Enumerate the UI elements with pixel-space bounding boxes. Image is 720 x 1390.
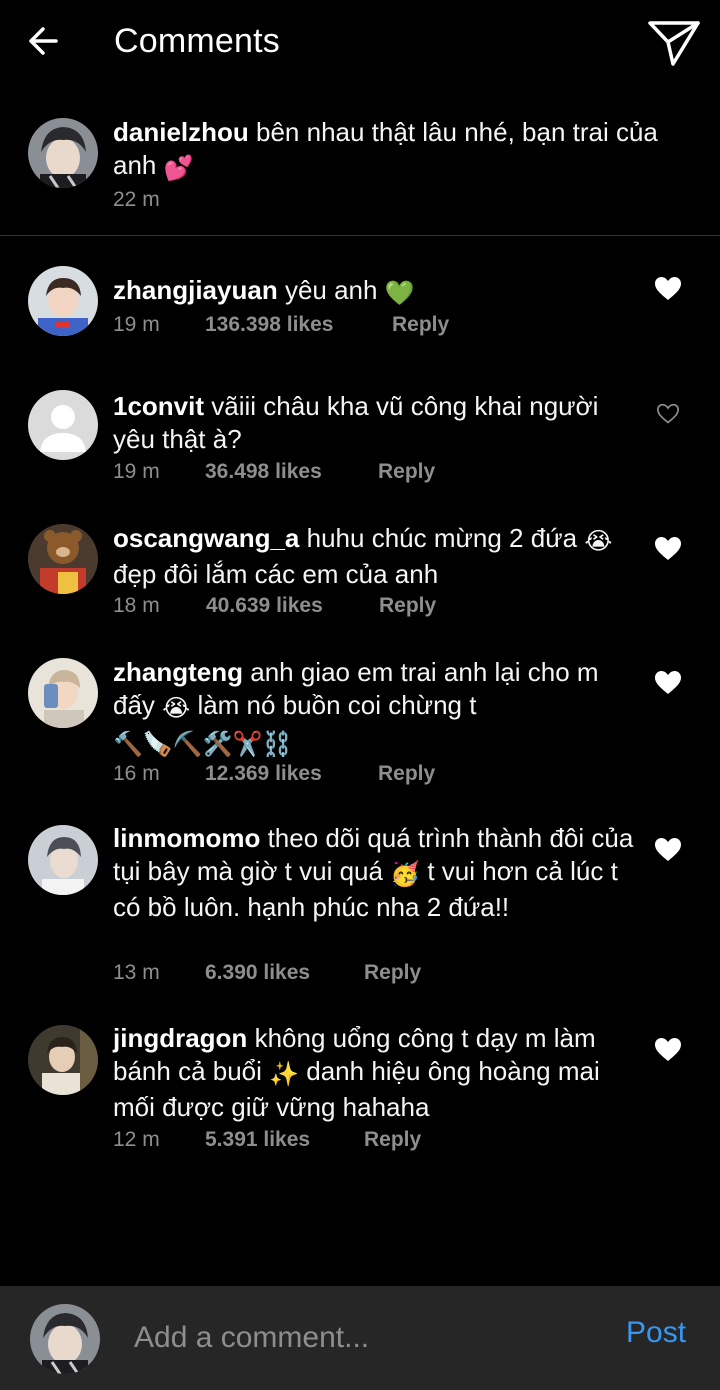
post-caption: danielzhou bên nhau thật lâu nhé, bạn tr… — [0, 100, 720, 236]
comment-time: 12 m — [113, 1128, 160, 1151]
heart-filled-icon — [655, 277, 681, 300]
comment-likes[interactable]: 40.639 likes — [206, 593, 323, 619]
avatar[interactable] — [28, 825, 98, 895]
header: Comments — [0, 0, 720, 86]
comment-username[interactable]: zhangjiayuan — [113, 275, 278, 305]
comment-meta: 16 m 12.369 likes Reply — [113, 761, 493, 787]
heart-filled-icon — [655, 537, 681, 560]
comment-likes[interactable]: 6.390 likes — [205, 960, 310, 986]
back-button[interactable] — [22, 20, 66, 64]
reply-button[interactable]: Reply — [364, 1127, 421, 1153]
caption-emoji: 💕 — [163, 154, 194, 182]
comment-emoji: ✨ — [269, 1060, 300, 1088]
comment-username[interactable]: oscangwang_a — [113, 523, 299, 553]
page-title: Comments — [114, 22, 280, 60]
avatar[interactable] — [28, 118, 98, 188]
comment-item: 1convit vãiii châu kha vũ công khai ngườ… — [0, 390, 720, 490]
caption-username[interactable]: danielzhou — [113, 117, 249, 147]
comment-username[interactable]: zhangteng — [113, 657, 243, 687]
reply-button[interactable]: Reply — [392, 312, 449, 338]
comment-emoji: 💚 — [384, 279, 415, 307]
comment-time: 19 m — [113, 313, 160, 336]
share-button[interactable] — [646, 16, 702, 70]
comment-item: linmomomo theo dõi quá trình thành đôi c… — [0, 822, 720, 988]
like-button[interactable] — [654, 536, 682, 562]
reply-button[interactable]: Reply — [379, 593, 436, 619]
comment-emoji: 😭 — [584, 527, 613, 555]
comment-item: jingdragon không uổng công t dạy m làm b… — [0, 1022, 720, 1158]
current-user-avatar — [30, 1304, 100, 1374]
comment-likes[interactable]: 36.498 likes — [205, 459, 322, 485]
tools-emoji: 🔨🪚⛏️🛠️✂️⛓️ — [113, 730, 293, 758]
reply-button[interactable]: Reply — [364, 960, 421, 986]
post-button[interactable]: Post — [626, 1316, 686, 1350]
comment-item: zhangteng anh giao em trai anh lại cho m… — [0, 656, 720, 786]
like-button[interactable] — [654, 837, 682, 863]
comment-composer: Post — [0, 1286, 720, 1390]
comment-input[interactable] — [134, 1316, 604, 1360]
comment-likes[interactable]: 136.398 likes — [205, 312, 333, 338]
like-button[interactable] — [656, 403, 684, 429]
comment-time: 13 m — [113, 961, 160, 984]
like-button[interactable] — [654, 276, 682, 302]
heart-filled-icon — [655, 1038, 681, 1061]
like-button[interactable] — [654, 1037, 682, 1063]
comment-username[interactable]: linmomomo — [113, 823, 260, 853]
comment-time: 19 m — [113, 460, 160, 483]
comment-text: yêu anh — [284, 275, 378, 305]
avatar[interactable] — [28, 524, 98, 594]
comment-text-continued: đẹp đôi lắm các em của anh — [113, 559, 439, 589]
comment-likes[interactable]: 12.369 likes — [205, 761, 322, 787]
comment-time: 18 m — [113, 594, 160, 617]
heart-outline-icon — [656, 403, 680, 424]
comment-emoji: 😭 — [162, 694, 191, 722]
caption-text: danielzhou bên nhau thật lâu nhé, bạn tr… — [113, 116, 693, 185]
comment-meta: 13 m 6.390 likes Reply — [113, 960, 493, 986]
comment-item: oscangwang_a huhu chúc mừng 2 đứa 😭 đẹp … — [0, 522, 720, 622]
reply-button[interactable]: Reply — [378, 761, 435, 787]
comment-meta: 18 m 40.639 likes Reply — [113, 593, 493, 619]
heart-filled-icon — [655, 838, 681, 861]
avatar[interactable] — [28, 266, 98, 336]
comment-text-continued: làm nó buồn coi chừng t — [197, 690, 477, 720]
comment-emoji: 🥳 — [390, 860, 421, 888]
paper-plane-icon — [648, 21, 700, 66]
avatar[interactable] — [28, 390, 98, 460]
caption-time: 22 m — [113, 188, 160, 211]
avatar[interactable] — [28, 1025, 98, 1095]
caption-meta: 22 m — [113, 187, 233, 213]
comment-time: 16 m — [113, 762, 160, 785]
heart-filled-icon — [655, 671, 681, 694]
like-button[interactable] — [654, 670, 682, 696]
comment-item: zhangjiayuan yêu anh 💚 19 m 136.398 like… — [0, 264, 720, 354]
comment-meta: 12 m 5.391 likes Reply — [113, 1127, 493, 1153]
avatar[interactable] — [28, 658, 98, 728]
comment-username[interactable]: 1convit — [113, 391, 204, 421]
arrow-left-icon — [29, 27, 58, 55]
comment-username[interactable]: jingdragon — [113, 1023, 247, 1053]
comment-text: huhu chúc mừng 2 đứa — [306, 523, 578, 553]
comment-meta: 19 m 36.498 likes Reply — [113, 459, 493, 485]
reply-button[interactable]: Reply — [378, 459, 435, 485]
comment-likes[interactable]: 5.391 likes — [205, 1127, 310, 1153]
comment-meta: 19 m 136.398 likes Reply — [113, 312, 493, 338]
